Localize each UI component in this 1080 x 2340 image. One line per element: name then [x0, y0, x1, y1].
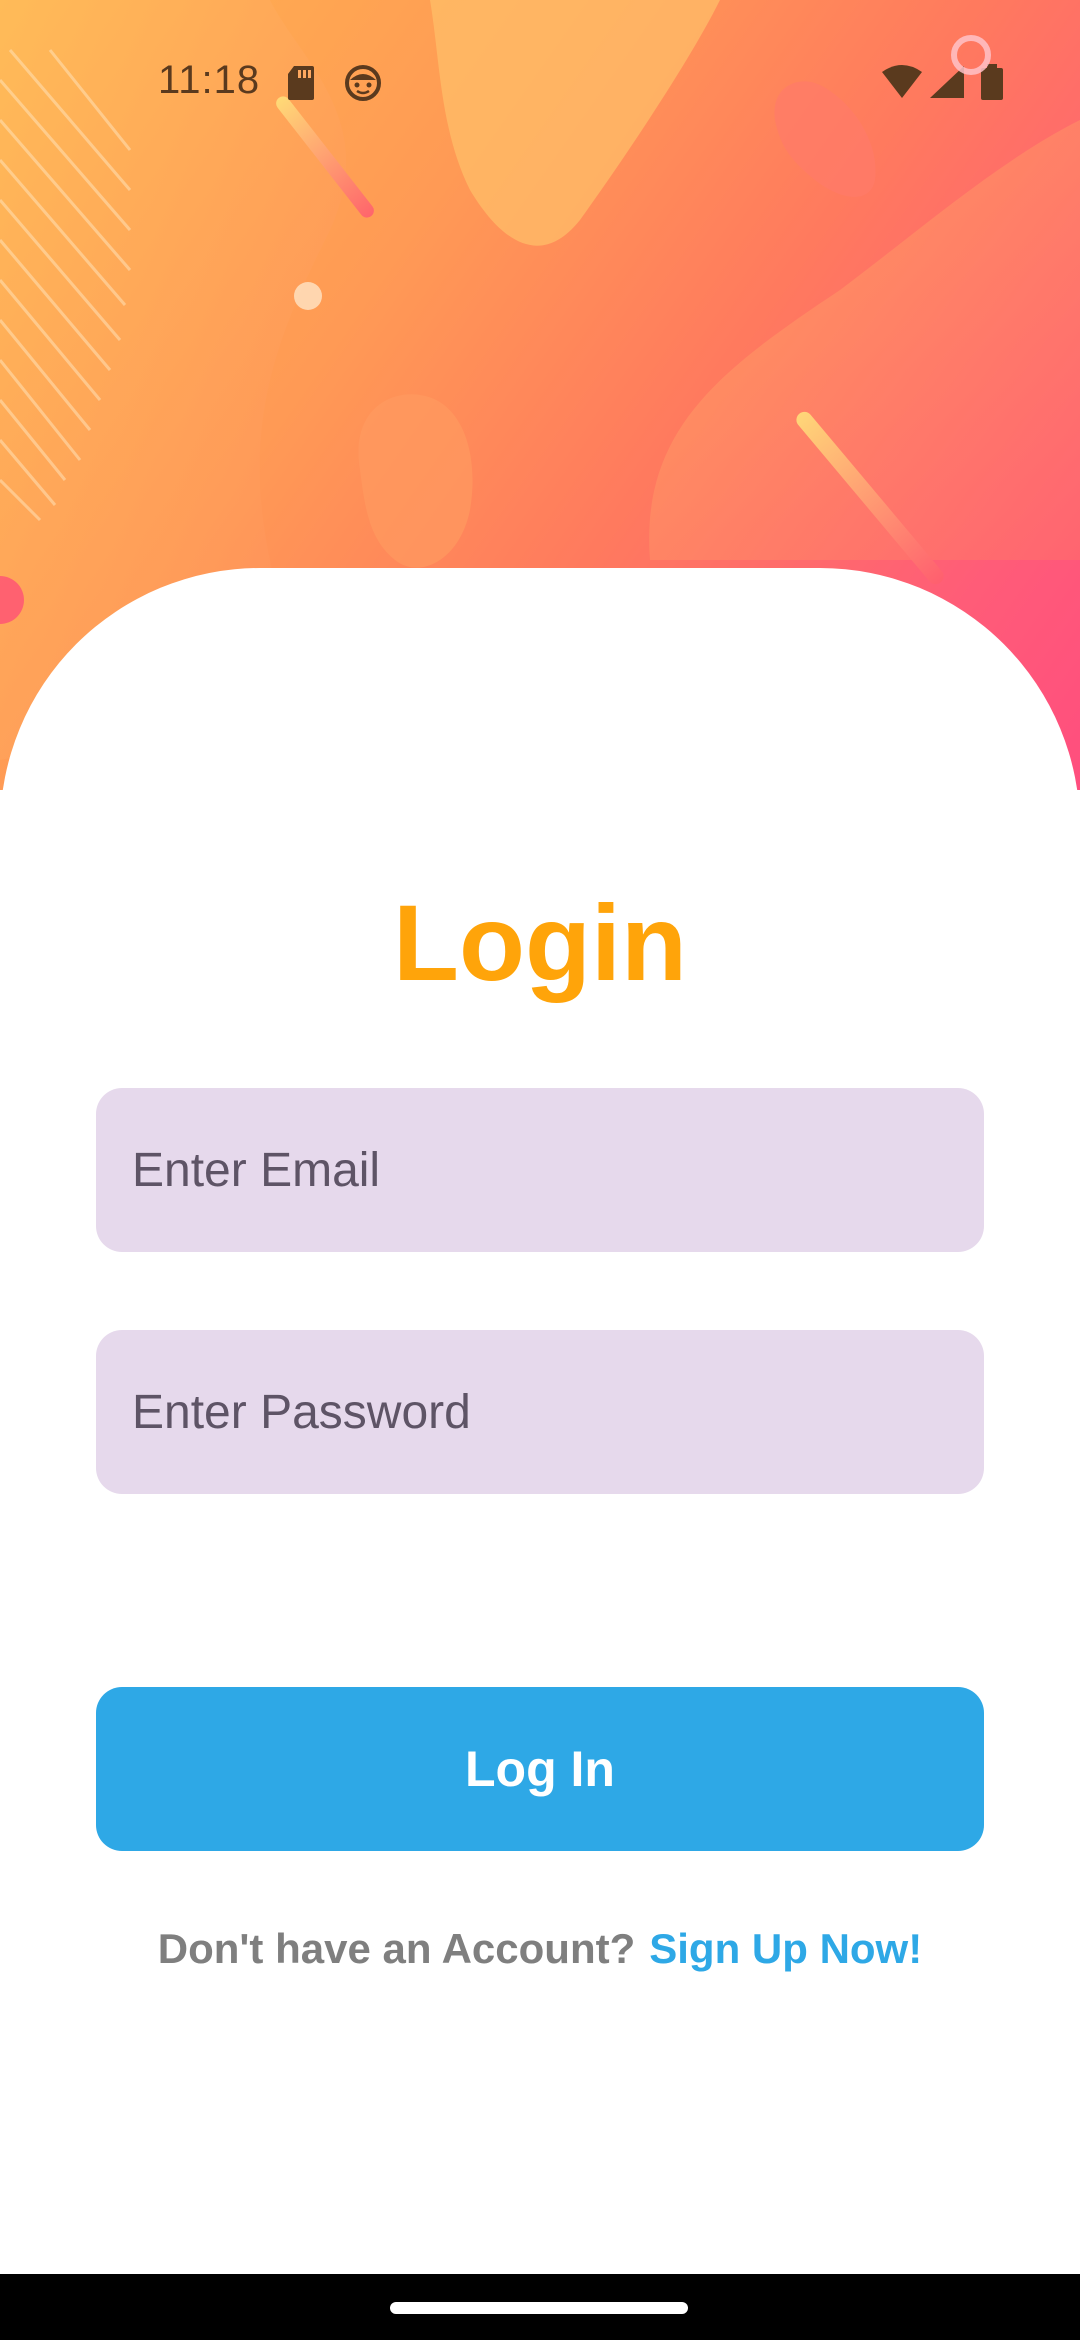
- home-gesture-handle[interactable]: [390, 2302, 688, 2314]
- email-field[interactable]: [96, 1088, 984, 1252]
- status-bar: 11:18: [0, 0, 1080, 150]
- screen-record-icon: [951, 35, 991, 75]
- password-field[interactable]: [96, 1330, 984, 1494]
- signup-link[interactable]: Sign Up Now!: [649, 1925, 922, 1972]
- wifi-icon: [882, 65, 922, 98]
- navigation-bar: [0, 2274, 1080, 2340]
- signup-prompt-text: Don't have an Account?: [157, 1925, 636, 1972]
- page-title: Login: [393, 882, 687, 1003]
- face-notification-icon: [345, 65, 381, 101]
- sd-card-icon: [288, 66, 314, 100]
- login-button[interactable]: Log In: [96, 1687, 984, 1851]
- signup-prompt-row: Don't have an Account? Sign Up Now!: [0, 1925, 1080, 1973]
- status-time: 11:18: [158, 58, 261, 102]
